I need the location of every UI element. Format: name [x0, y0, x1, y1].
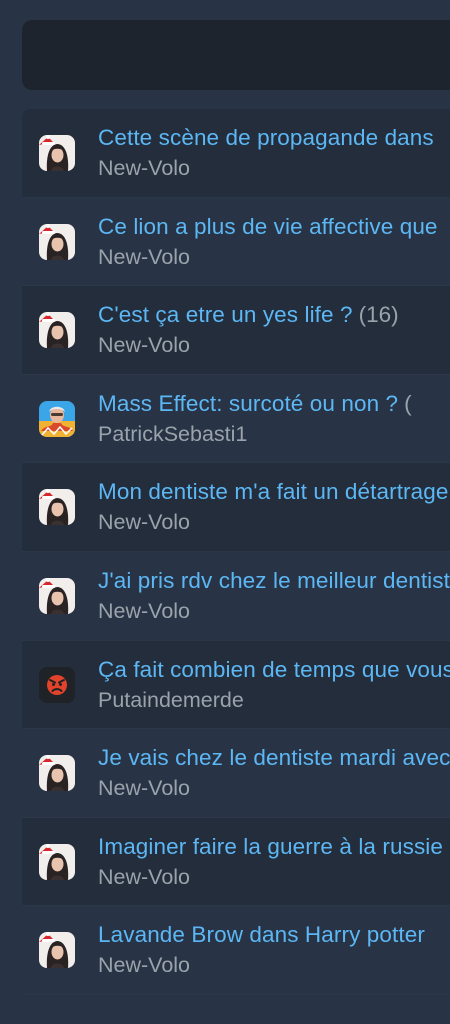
santa-hat-avatar [39, 135, 75, 171]
topic-title-line: Imaginer faire la guerre à la russie [98, 832, 449, 862]
topic-text: Ça fait combien de temps que vous Putain… [98, 655, 450, 714]
angry-face-avatar [39, 666, 75, 703]
topic-title-line: J'ai pris rdv chez le meilleur dentiste [98, 566, 450, 596]
topic-text: Je vais chez le dentiste mardi avec New-… [98, 743, 450, 802]
santa-hat-avatar [39, 932, 75, 969]
reply-count: ( [404, 390, 412, 416]
topic-title[interactable]: Ça fait combien de temps que vous [98, 657, 450, 682]
topic-row[interactable]: Ce lion a plus de vie affective que New-… [22, 198, 450, 287]
santa-hat-avatar [39, 489, 75, 526]
topic-text: Mon dentiste m'a fait un détartrage New-… [98, 477, 450, 536]
topic-text: J'ai pris rdv chez le meilleur dentiste … [98, 566, 450, 625]
topic-list: Cette scène de propagande dans New-Volo … [22, 109, 450, 995]
topic-title-line: Je vais chez le dentiste mardi avec [98, 743, 450, 773]
santa-hat-avatar [39, 843, 75, 880]
topic-author[interactable]: PatrickSebasti1 [98, 420, 412, 448]
topic-author[interactable]: New-Volo [98, 597, 450, 625]
topic-author[interactable]: New-Volo [98, 154, 440, 182]
topic-title-line: C'est ça etre un yes life ? (16) [98, 300, 399, 330]
topic-title-line: Ce lion a plus de vie affective que [98, 212, 444, 242]
topic-author[interactable]: New-Volo [98, 951, 431, 979]
topic-author[interactable]: New-Volo [98, 331, 399, 359]
topic-text: Ce lion a plus de vie affective que New-… [98, 212, 444, 271]
topic-title-line: Cette scène de propagande dans [98, 123, 440, 153]
topic-row[interactable]: C'est ça etre un yes life ? (16) New-Volo [22, 286, 450, 375]
santa-hat-avatar [39, 312, 75, 349]
topic-title-line: Mass Effect: surcoté ou non ?( [98, 389, 412, 419]
topic-row[interactable]: Ça fait combien de temps que vous Putain… [22, 640, 450, 730]
topic-row[interactable]: Cette scène de propagande dans New-Volo [22, 109, 450, 198]
topic-text: Cette scène de propagande dans New-Volo [98, 123, 440, 182]
topic-row[interactable]: Mon dentiste m'a fait un détartrage New-… [22, 463, 450, 552]
santa-hat-avatar [39, 577, 75, 614]
top-panel [22, 20, 450, 90]
topic-text: C'est ça etre un yes life ? (16) New-Volo [98, 300, 399, 359]
topic-title-line: Mon dentiste m'a fait un détartrage [98, 477, 450, 507]
topic-text: Lavande Brow dans Harry potter New-Volo [98, 920, 431, 979]
topic-author[interactable]: New-Volo [98, 774, 450, 802]
topic-author[interactable]: New-Volo [98, 243, 444, 271]
topic-title[interactable]: Mass Effect: surcoté ou non ? [98, 391, 398, 416]
topic-row[interactable]: Mass Effect: surcoté ou non ?( PatrickSe… [22, 375, 450, 464]
santa-hat-avatar [39, 223, 75, 260]
topic-title-line: Lavande Brow dans Harry potter [98, 920, 431, 950]
topic-author[interactable]: New-Volo [98, 508, 450, 536]
topic-row[interactable]: Lavande Brow dans Harry potter New-Volo [22, 906, 450, 995]
topic-text: Mass Effect: surcoté ou non ?( PatrickSe… [98, 389, 412, 448]
topic-title[interactable]: Mon dentiste m'a fait un détartrage [98, 479, 449, 504]
topic-title-line: Ça fait combien de temps que vous [98, 655, 450, 685]
reply-count: (16) [358, 302, 399, 328]
topic-title[interactable]: Cette scène de propagande dans [98, 125, 434, 150]
sebastien-avatar [39, 400, 75, 437]
topic-row[interactable]: Je vais chez le dentiste mardi avec New-… [22, 729, 450, 818]
topic-title[interactable]: Imaginer faire la guerre à la russie [98, 834, 443, 859]
topic-row[interactable]: J'ai pris rdv chez le meilleur dentiste … [22, 552, 450, 641]
topic-title[interactable]: Lavande Brow dans Harry potter [98, 922, 425, 947]
topic-author[interactable]: Putaindemerde [98, 686, 450, 714]
topic-title[interactable]: Je vais chez le dentiste mardi avec [98, 745, 450, 770]
santa-hat-avatar [39, 755, 75, 792]
topic-author[interactable]: New-Volo [98, 863, 449, 891]
topic-title[interactable]: J'ai pris rdv chez le meilleur dentiste [98, 568, 450, 593]
topic-text: Imaginer faire la guerre à la russie New… [98, 832, 449, 891]
topic-title[interactable]: Ce lion a plus de vie affective que [98, 214, 438, 239]
topic-title[interactable]: C'est ça etre un yes life ? [98, 302, 353, 327]
topic-row[interactable]: Imaginer faire la guerre à la russie New… [22, 817, 450, 907]
